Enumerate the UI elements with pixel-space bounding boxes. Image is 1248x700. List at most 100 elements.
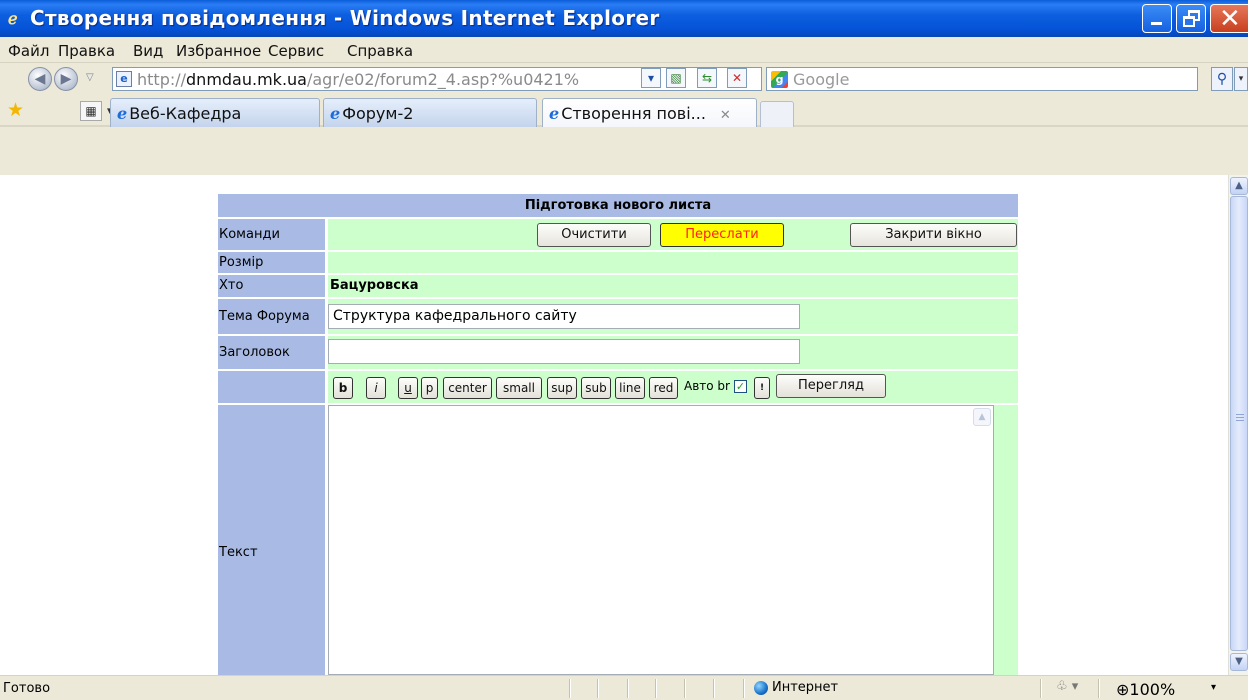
close-icon: ✕ (1219, 4, 1241, 34)
auto-br-checkbox[interactable]: ✓ (734, 380, 747, 393)
topic-input[interactable]: Структура кафедрального сайту (328, 304, 800, 329)
ie-page-icon: e (117, 104, 128, 123)
url-prefix: http:// (137, 70, 187, 89)
format-paragraph-button[interactable]: p (421, 377, 438, 399)
commands-label: Команди (218, 219, 325, 250)
tab-create-message[interactable]: e Створення пові... ✕ (542, 98, 757, 127)
tab-web-kafedra[interactable]: e Веб-Кафедра (110, 98, 320, 127)
url-path: /agr/e02/forum2_4.asp?%u0421% (306, 70, 580, 89)
refresh-icon: ⇆ (701, 71, 713, 85)
window-title: Створення повідомлення - Windows Interne… (30, 6, 660, 30)
menu-view[interactable]: Вид (133, 42, 163, 60)
close-window-form-button[interactable]: Закрити вікно (850, 223, 1017, 247)
refresh-button[interactable]: ⇆ (697, 68, 717, 88)
url-dropdown-button[interactable]: ▾ (641, 68, 661, 88)
format-center-button[interactable]: center (443, 377, 492, 399)
format-sup-button[interactable]: sup (547, 377, 577, 399)
menu-tools[interactable]: Сервис (268, 42, 324, 60)
page-scrollbar[interactable]: ▲ ▼ (1228, 175, 1248, 675)
status-text: Готово (3, 681, 51, 696)
search-button[interactable]: ⚲ (1211, 67, 1233, 91)
tab-bar: ★ ▦ ▾ eВеб-Кафедра eФорум-2 eСтворення п… (0, 95, 1248, 127)
message-textarea[interactable]: ▲ (328, 405, 994, 675)
tab-label: Створення пові... (561, 104, 706, 123)
format-underline-button[interactable]: u (398, 377, 418, 399)
send-button[interactable]: Переслати (660, 223, 784, 247)
quick-tabs-icon: ▦ (85, 104, 97, 118)
search-placeholder: Google (793, 70, 850, 89)
page-icon: e (116, 71, 132, 87)
chevron-down-icon: ▾ (647, 71, 655, 85)
tab-label: Веб-Кафедра (129, 104, 242, 123)
compat-view-button[interactable]: ▧ (666, 68, 686, 88)
menu-bar: Файл Правка Вид Избранное Сервис Справка (0, 37, 1248, 63)
minimize-icon (1151, 22, 1162, 25)
zoom-dropdown-icon[interactable]: ▾ (1211, 682, 1216, 693)
exclamation-button[interactable]: ! (754, 377, 770, 399)
title-bar: ℯ Створення повідомлення - Windows Inter… (0, 0, 1248, 37)
zoom-icon: ⊕ (1116, 680, 1130, 699)
address-bar: ◀ ▶ ▽ e http://dnmdau.mk.ua/agr/e02/foru… (0, 63, 1248, 95)
stop-icon: ✕ (731, 71, 743, 85)
format-italic-button[interactable]: i (366, 377, 386, 399)
ie-page-icon: e (330, 104, 341, 123)
heading-input[interactable] (328, 339, 800, 364)
format-red-button[interactable]: red (649, 377, 678, 399)
textarea-scroll-up-icon[interactable]: ▲ (973, 408, 991, 426)
security-zone: Интернет (772, 680, 839, 695)
forward-button[interactable]: ▶ (54, 67, 78, 91)
format-line-button[interactable]: line (615, 377, 645, 399)
forward-arrow-icon: ▶ (60, 71, 72, 87)
url-input[interactable]: e http://dnmdau.mk.ua/agr/e02/forum2_4.a… (112, 67, 762, 91)
search-options-button[interactable]: ▾ (1234, 67, 1248, 91)
zoom-value: 100% (1129, 680, 1176, 699)
menu-help[interactable]: Справка (347, 42, 413, 60)
menu-file[interactable]: Файл (8, 42, 49, 60)
size-label: Розмір (218, 252, 325, 273)
new-tab-button[interactable] (760, 101, 794, 127)
quick-tabs-button[interactable]: ▦ (80, 101, 102, 121)
topic-label: Тема Форума (218, 299, 325, 334)
format-row: b i u p center small sup sub line red Ав… (218, 371, 1018, 403)
scroll-thumb[interactable] (1230, 196, 1248, 651)
internet-zone-icon (754, 681, 768, 695)
maximize-button[interactable] (1176, 4, 1206, 33)
back-button[interactable]: ◀ (28, 67, 52, 91)
clear-button[interactable]: Очистити (537, 223, 651, 247)
textarea-scrollbar[interactable]: ▲ (973, 408, 991, 676)
text-label: Текст (218, 405, 325, 675)
protected-mode-icon[interactable]: ♧ ▾ (1056, 679, 1078, 694)
heading-label: Заголовок (218, 336, 325, 369)
menu-favorites[interactable]: Избранное (176, 42, 261, 60)
scroll-up-icon[interactable]: ▲ (1230, 177, 1248, 195)
author-value: Бацуровска (330, 278, 419, 293)
format-small-button[interactable]: small (496, 377, 542, 399)
minimize-button[interactable] (1142, 4, 1172, 33)
back-arrow-icon: ◀ (34, 71, 46, 87)
ie-logo-icon: ℯ (8, 9, 18, 28)
tab-label: Форум-2 (342, 104, 414, 123)
auto-br-label: Авто br (684, 379, 730, 393)
format-sub-button[interactable]: sub (581, 377, 611, 399)
compat-icon: ▧ (670, 71, 682, 85)
favorites-star-icon[interactable]: ★ (7, 99, 24, 121)
format-bold-button[interactable]: b (333, 377, 353, 399)
form-header: Підготовка нового листа (218, 194, 1018, 217)
size-row: Розмір (218, 252, 1018, 273)
close-window-button[interactable]: ✕ (1210, 4, 1248, 33)
tab-forum-2[interactable]: e Форум-2 (323, 98, 537, 127)
close-tab-icon[interactable]: ✕ (720, 108, 731, 123)
check-icon: ✓ (735, 380, 746, 393)
zoom-level[interactable]: ⊕100% (1116, 680, 1175, 699)
heading-row: Заголовок (218, 336, 1018, 369)
preview-button[interactable]: Перегляд (776, 374, 886, 398)
status-bar: Готово Интернет ♧ ▾ ⊕100% ▾ (0, 675, 1248, 700)
topic-row: Тема Форума Структура кафедрального сайт… (218, 299, 1018, 334)
scroll-down-icon[interactable]: ▼ (1230, 653, 1248, 671)
message-form: Підготовка нового листа Команди Очистити… (218, 194, 1018, 675)
search-input[interactable]: g Google (766, 67, 1198, 91)
stop-button[interactable]: ✕ (727, 68, 747, 88)
menu-edit[interactable]: Правка (58, 42, 115, 60)
history-dropdown-icon[interactable]: ▽ (86, 72, 94, 83)
search-icon: ⚲ (1216, 71, 1228, 87)
